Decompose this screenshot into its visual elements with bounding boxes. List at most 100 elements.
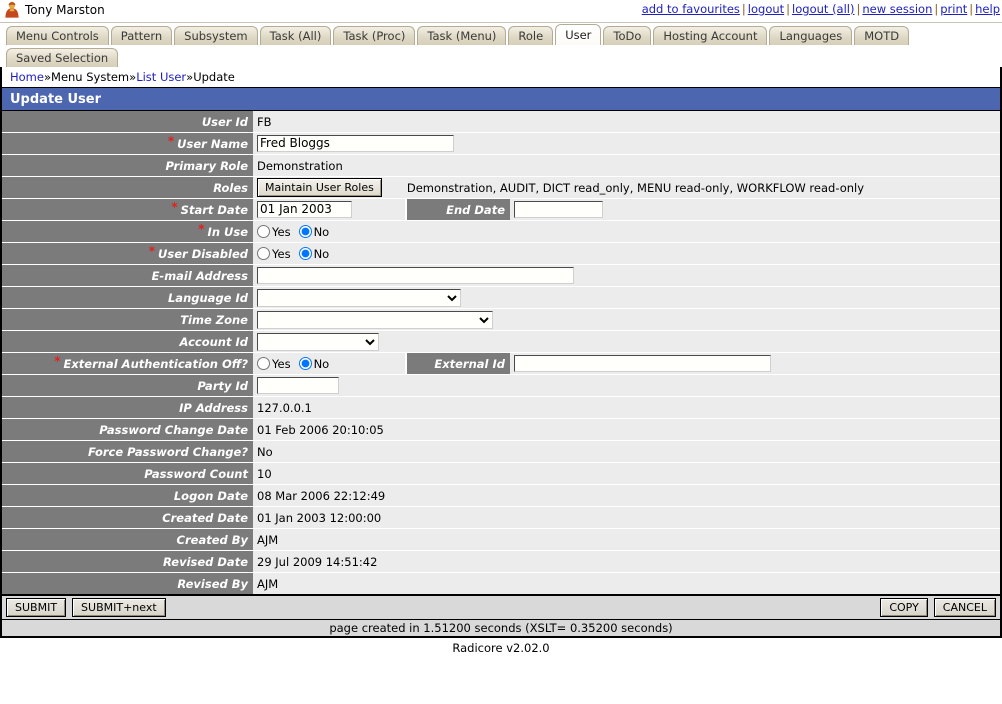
breadcrumb-list-user[interactable]: List User [136,70,186,84]
value-user-name [253,133,1000,154]
link-logout[interactable]: logout [748,2,784,16]
row-created-by: Created By AJM [2,529,1000,550]
cancel-button[interactable]: CANCEL [934,598,996,617]
update-user-form: User Id FB *User Name Primary Role Demon… [0,111,1002,594]
value-email-address [253,265,1000,286]
user-disabled-no-label: No [314,247,330,261]
value-force-password-change: No [253,441,1000,462]
action-bar-right: COPY CANCEL [880,598,996,617]
external-auth-no-radio[interactable] [299,357,312,370]
value-external-id [510,353,1000,374]
tab-menu-controls[interactable]: Menu Controls [6,26,109,45]
label-text: External Authentication Off? [64,357,248,371]
value-ip-address: 127.0.0.1 [253,397,1000,418]
in-use-yes[interactable]: Yes [257,225,291,239]
breadcrumb: Home»Menu System»List User»Update [0,67,1002,87]
tab-task-all[interactable]: Task (All) [260,26,332,45]
submit-next-button[interactable]: SUBMIT+next [72,598,166,617]
label-text: User Name [177,137,248,151]
external-id-input[interactable] [514,355,771,372]
version-label: Radicore v2.02.0 [0,638,1002,658]
tab-hosting-account[interactable]: Hosting Account [653,26,767,45]
row-email-address: E-mail Address [2,265,1000,286]
account-id-select[interactable] [257,333,379,351]
tab-user[interactable]: User [555,24,601,45]
required-asterisk: * [198,225,204,233]
user-disabled-no-radio[interactable] [299,247,312,260]
time-zone-select[interactable] [257,311,493,329]
label-account-id: Account Id [2,331,253,352]
label-logon-date: Logon Date [2,485,253,506]
label-force-password-change: Force Password Change? [2,441,253,462]
tab-saved-selection[interactable]: Saved Selection [6,48,118,67]
external-auth-yes[interactable]: Yes [257,357,291,371]
row-time-zone: Time Zone [2,309,1000,330]
label-external-auth-off: *External Authentication Off? [2,353,253,374]
link-add-to-favourites[interactable]: add to favourites [642,2,740,16]
value-password-count: 10 [253,463,1000,484]
value-logon-date: 08 Mar 2006 22:12:49 [253,485,1000,506]
row-external-auth: *External Authentication Off? Yes No Ext… [2,353,1000,374]
label-primary-role: Primary Role [2,155,253,176]
row-language-id: Language Id [2,287,1000,308]
in-use-no-radio[interactable] [299,225,312,238]
label-language-id: Language Id [2,287,253,308]
label-password-change-date: Password Change Date [2,419,253,440]
row-force-password-change: Force Password Change? No [2,441,1000,462]
link-help[interactable]: help [975,2,1000,16]
breadcrumb-sep: » [129,70,136,84]
label-roles: Roles [2,177,253,198]
value-time-zone [253,309,1000,330]
tab-todo[interactable]: ToDo [603,26,651,45]
external-auth-no[interactable]: No [299,357,330,371]
external-auth-yes-radio[interactable] [257,357,270,370]
end-date-input[interactable] [514,201,603,218]
tab-task-menu[interactable]: Task (Menu) [417,26,506,45]
link-new-session[interactable]: new session [862,2,932,16]
party-id-input[interactable] [257,377,339,394]
label-external-id: External Id [407,353,510,374]
label-user-name: *User Name [2,133,253,154]
in-use-yes-label: Yes [272,225,291,239]
in-use-yes-radio[interactable] [257,225,270,238]
label-end-date: End Date [407,199,510,220]
language-id-select[interactable] [257,289,461,307]
tabbar-secondary: Saved Selection [0,45,1002,67]
copy-button[interactable]: COPY [880,598,927,617]
label-party-id: Party Id [2,375,253,396]
value-external-auth-off: Yes No [253,353,405,374]
label-time-zone: Time Zone [2,309,253,330]
user-disabled-no[interactable]: No [299,247,330,261]
tab-pattern[interactable]: Pattern [111,26,172,45]
row-revised-by: Revised By AJM [2,573,1000,594]
tab-subsystem[interactable]: Subsystem [174,26,257,45]
user-name-label: Tony Marston [25,3,105,17]
email-address-input[interactable] [257,267,574,284]
user-name-input[interactable] [257,135,454,152]
row-ip-address: IP Address 127.0.0.1 [2,397,1000,418]
label-ip-address: IP Address [2,397,253,418]
breadcrumb-sep: » [44,70,51,84]
tab-task-proc[interactable]: Task (Proc) [333,26,415,45]
external-auth-yes-label: Yes [272,357,291,371]
tab-role[interactable]: Role [508,26,553,45]
user-disabled-yes-radio[interactable] [257,247,270,260]
start-date-input[interactable] [257,201,352,218]
page-root: Tony Marston add to favourites|logout|lo… [0,0,1002,704]
value-start-date [253,199,405,220]
user-disabled-radio-group: Yes No [257,247,335,261]
value-password-change-date: 01 Feb 2006 20:10:05 [253,419,1000,440]
in-use-no-label: No [314,225,330,239]
maintain-user-roles-button[interactable]: Maintain User Roles [257,178,382,197]
breadcrumb-update: Update [193,70,235,84]
submit-button[interactable]: SUBMIT [6,598,66,617]
user-disabled-yes[interactable]: Yes [257,247,291,261]
breadcrumb-home[interactable]: Home [10,70,44,84]
link-logout-all[interactable]: logout (all) [792,2,854,16]
link-print[interactable]: print [940,2,967,16]
row-primary-role: Primary Role Demonstration [2,155,1000,176]
tab-motd[interactable]: MOTD [854,26,909,45]
tab-languages[interactable]: Languages [769,26,852,45]
in-use-no[interactable]: No [299,225,330,239]
row-party-id: Party Id [2,375,1000,396]
